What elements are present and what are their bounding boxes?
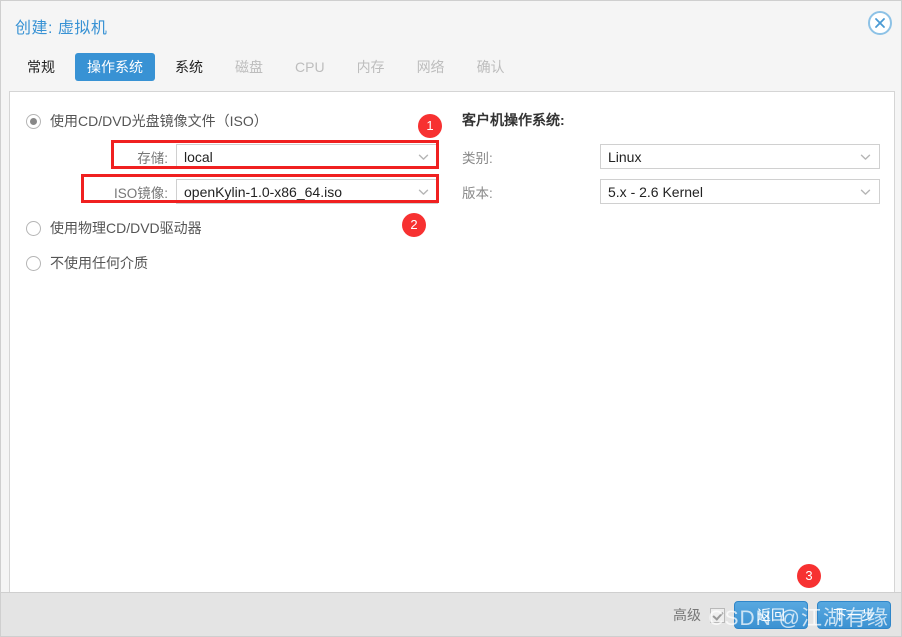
annotation-badge-1: 1 xyxy=(418,114,442,138)
os-category-label: 类别: xyxy=(462,150,493,166)
iso-field-row: ISO镜像: openKylin-1.0-x86_64.iso xyxy=(84,179,438,204)
advanced-label: 高级 xyxy=(673,607,701,623)
os-version-label: 版本: xyxy=(462,185,493,201)
tab-network[interactable]: 网络 xyxy=(405,53,457,81)
media-option-none[interactable]: 不使用任何介质 xyxy=(26,253,148,273)
tab-os[interactable]: 操作系统 xyxy=(75,53,155,81)
next-button[interactable]: 下一步 xyxy=(817,601,891,629)
os-category-row: 类别: Linux xyxy=(462,144,880,169)
os-category-value: Linux xyxy=(608,148,642,165)
tab-cpu[interactable]: CPU xyxy=(283,53,337,81)
page-title: 创建: 虚拟机 xyxy=(15,20,108,37)
os-category-select[interactable]: Linux xyxy=(600,144,880,169)
advanced-checkbox[interactable] xyxy=(710,607,725,623)
tab-system[interactable]: 系统 xyxy=(163,53,215,81)
storage-select-value: local xyxy=(184,148,213,165)
close-icon[interactable] xyxy=(867,10,893,36)
iso-select[interactable]: openKylin-1.0-x86_64.iso xyxy=(176,179,438,204)
radio-iso[interactable] xyxy=(26,113,41,129)
iso-label: ISO镜像: xyxy=(113,185,168,201)
dialog-titlebar: 创建: 虚拟机 xyxy=(1,1,901,47)
tab-memory[interactable]: 内存 xyxy=(345,53,397,81)
media-option-iso[interactable]: 使用CD/DVD光盘镜像文件（ISO） xyxy=(26,111,268,131)
os-version-row: 版本: 5.x - 2.6 Kernel xyxy=(462,179,880,204)
storage-select[interactable]: local xyxy=(176,144,438,169)
tab-confirm[interactable]: 确认 xyxy=(465,53,517,81)
radio-physical-drive[interactable] xyxy=(26,220,41,236)
media-option-physical-label: 使用物理CD/DVD驱动器 xyxy=(50,220,202,236)
storage-field-row: 存储: local xyxy=(114,144,438,169)
dialog-footer: 高级 返回 下一步 CSDN @江湖有缘 xyxy=(1,592,901,636)
chevron-down-icon xyxy=(417,185,430,198)
os-version-value: 5.x - 2.6 Kernel xyxy=(608,183,703,200)
storage-label: 存储: xyxy=(137,150,168,166)
media-option-iso-label: 使用CD/DVD光盘镜像文件（ISO） xyxy=(50,113,268,129)
media-option-physical[interactable]: 使用物理CD/DVD驱动器 xyxy=(26,218,202,238)
annotation-badge-3: 3 xyxy=(797,564,821,588)
wizard-content-panel: 使用CD/DVD光盘镜像文件（ISO） 存储: local ISO镜像: ope… xyxy=(9,91,895,594)
media-option-none-label: 不使用任何介质 xyxy=(50,255,148,271)
back-button[interactable]: 返回 xyxy=(734,601,808,629)
chevron-down-icon xyxy=(859,185,872,198)
chevron-down-icon xyxy=(859,150,872,163)
guest-os-heading: 客户机操作系统: xyxy=(462,112,565,128)
tab-general[interactable]: 常规 xyxy=(15,53,67,81)
tab-disks[interactable]: 磁盘 xyxy=(223,53,275,81)
chevron-down-icon xyxy=(417,150,430,163)
annotation-badge-2: 2 xyxy=(402,213,426,237)
wizard-tabbar: 常规 操作系统 系统 磁盘 CPU 内存 网络 确认 xyxy=(1,47,901,89)
radio-no-media[interactable] xyxy=(26,255,41,271)
os-version-select[interactable]: 5.x - 2.6 Kernel xyxy=(600,179,880,204)
create-vm-dialog: 创建: 虚拟机 常规 操作系统 系统 磁盘 CPU 内存 网络 确认 使用CD/… xyxy=(0,0,902,637)
iso-select-value: openKylin-1.0-x86_64.iso xyxy=(184,183,342,200)
